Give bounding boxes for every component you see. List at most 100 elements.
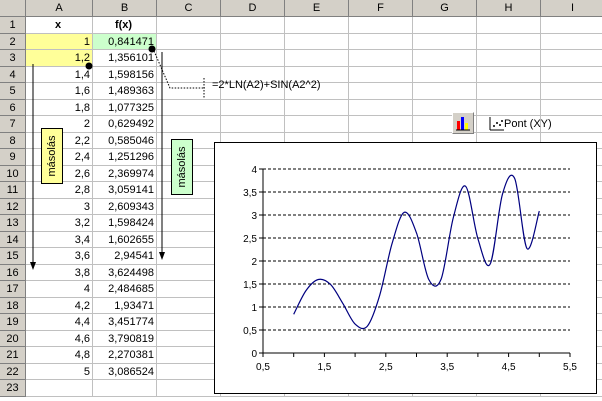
select-all-corner[interactable] xyxy=(0,0,26,17)
cell-d1[interactable] xyxy=(221,17,285,34)
cell-c6[interactable] xyxy=(157,99,221,116)
column-header-g[interactable]: G xyxy=(413,0,477,17)
cell-d2[interactable] xyxy=(221,33,285,50)
row-header-18[interactable]: 18 xyxy=(0,297,26,314)
cell-a2[interactable]: 1 xyxy=(26,33,93,50)
cell-b3[interactable]: 1,356101 xyxy=(93,50,157,67)
cell-a17[interactable]: 4 xyxy=(26,281,93,298)
row-header-15[interactable]: 15 xyxy=(0,248,26,265)
cell-b4[interactable]: 1,598156 xyxy=(93,66,157,83)
column-header-c[interactable]: C xyxy=(157,0,221,17)
row-header-13[interactable]: 13 xyxy=(0,215,26,232)
cell-b13[interactable]: 1,598424 xyxy=(93,215,157,232)
column-header-a[interactable]: A xyxy=(26,0,93,17)
cell-g5[interactable] xyxy=(413,83,477,100)
cell-b2[interactable]: 0,841471 xyxy=(93,33,157,50)
cell-c12[interactable] xyxy=(157,198,221,215)
cell-d3[interactable] xyxy=(221,50,285,67)
row-header-14[interactable]: 14 xyxy=(0,231,26,248)
row-header-4[interactable]: 4 xyxy=(0,66,26,83)
cell-a3[interactable]: 1,2 xyxy=(26,50,93,67)
cell-c14[interactable] xyxy=(157,231,221,248)
row-header-17[interactable]: 17 xyxy=(0,281,26,298)
cell-b8[interactable]: 0,585046 xyxy=(93,132,157,149)
cell-a23[interactable] xyxy=(26,380,93,397)
cell-b22[interactable]: 3,086524 xyxy=(93,363,157,380)
row-header-10[interactable]: 10 xyxy=(0,165,26,182)
cell-c15[interactable] xyxy=(157,248,221,265)
column-header-f[interactable]: F xyxy=(349,0,413,17)
cell-b5[interactable]: 1,489363 xyxy=(93,83,157,100)
row-header-6[interactable]: 6 xyxy=(0,99,26,116)
cell-g4[interactable] xyxy=(413,66,477,83)
cell-i1[interactable] xyxy=(541,17,602,34)
cell-a15[interactable]: 3,6 xyxy=(26,248,93,265)
cell-f7[interactable] xyxy=(349,116,413,133)
cell-c23[interactable] xyxy=(157,380,221,397)
cell-h2[interactable] xyxy=(477,33,541,50)
cell-d6[interactable] xyxy=(221,99,285,116)
row-header-8[interactable]: 8 xyxy=(0,132,26,149)
column-header-e[interactable]: E xyxy=(285,0,349,17)
cell-c13[interactable] xyxy=(157,215,221,232)
cell-b21[interactable]: 2,270381 xyxy=(93,347,157,364)
cell-e3[interactable] xyxy=(285,50,349,67)
cell-c20[interactable] xyxy=(157,330,221,347)
cell-e2[interactable] xyxy=(285,33,349,50)
cell-a16[interactable]: 3,8 xyxy=(26,264,93,281)
cell-e7[interactable] xyxy=(285,116,349,133)
cell-c17[interactable] xyxy=(157,281,221,298)
cell-b15[interactable]: 2,94541 xyxy=(93,248,157,265)
cell-b17[interactable]: 2,484685 xyxy=(93,281,157,298)
chart-wizard-button[interactable] xyxy=(452,112,474,134)
row-header-2[interactable]: 2 xyxy=(0,33,26,50)
cell-b6[interactable]: 1,077325 xyxy=(93,99,157,116)
cell-b18[interactable]: 1,93471 xyxy=(93,297,157,314)
row-header-1[interactable]: 1 xyxy=(0,17,26,34)
row-header-20[interactable]: 20 xyxy=(0,330,26,347)
column-header-b[interactable]: B xyxy=(93,0,157,17)
cell-e6[interactable] xyxy=(285,99,349,116)
cell-a18[interactable]: 4,2 xyxy=(26,297,93,314)
row-header-3[interactable]: 3 xyxy=(0,50,26,67)
cell-f1[interactable] xyxy=(349,17,413,34)
cell-a14[interactable]: 3,4 xyxy=(26,231,93,248)
cell-f5[interactable] xyxy=(349,83,413,100)
cell-i5[interactable] xyxy=(541,83,602,100)
chart-area[interactable]: 0 0,5 1 1,5 2 2,5 3 3,5 4 0,5 1,5 2,5 3,5 4,5 5,5 xyxy=(214,142,597,394)
cell-b7[interactable]: 0,629492 xyxy=(93,116,157,133)
cell-a5[interactable]: 1,6 xyxy=(26,83,93,100)
cell-c22[interactable] xyxy=(157,363,221,380)
cell-g2[interactable] xyxy=(413,33,477,50)
cell-a12[interactable]: 3 xyxy=(26,198,93,215)
cell-a11[interactable]: 2,8 xyxy=(26,182,93,199)
row-header-12[interactable]: 12 xyxy=(0,198,26,215)
cell-b20[interactable]: 3,790819 xyxy=(93,330,157,347)
row-header-19[interactable]: 19 xyxy=(0,314,26,331)
cell-c1[interactable] xyxy=(157,17,221,34)
cell-c21[interactable] xyxy=(157,347,221,364)
cell-a4[interactable]: 1,4 xyxy=(26,66,93,83)
cell-f2[interactable] xyxy=(349,33,413,50)
cell-i3[interactable] xyxy=(541,50,602,67)
cell-b10[interactable]: 2,369974 xyxy=(93,165,157,182)
cell-c16[interactable] xyxy=(157,264,221,281)
cell-a1[interactable]: x xyxy=(26,17,93,34)
cell-b23[interactable] xyxy=(93,380,157,397)
cell-a6[interactable]: 1,8 xyxy=(26,99,93,116)
cell-f3[interactable] xyxy=(349,50,413,67)
cell-h5[interactable] xyxy=(477,83,541,100)
column-header-h[interactable]: H xyxy=(477,0,541,17)
cell-b1[interactable]: f(x) xyxy=(93,17,157,34)
cell-h1[interactable] xyxy=(477,17,541,34)
row-header-21[interactable]: 21 xyxy=(0,347,26,364)
cell-c7[interactable] xyxy=(157,116,221,133)
row-header-9[interactable]: 9 xyxy=(0,149,26,166)
cell-b12[interactable]: 2,609343 xyxy=(93,198,157,215)
cell-i4[interactable] xyxy=(541,67,602,83)
cell-a19[interactable]: 4,4 xyxy=(26,314,93,331)
cell-b16[interactable]: 3,624498 xyxy=(93,264,157,281)
row-header-11[interactable]: 11 xyxy=(0,182,26,199)
column-header-d[interactable]: D xyxy=(221,0,285,17)
row-header-7[interactable]: 7 xyxy=(0,116,26,133)
